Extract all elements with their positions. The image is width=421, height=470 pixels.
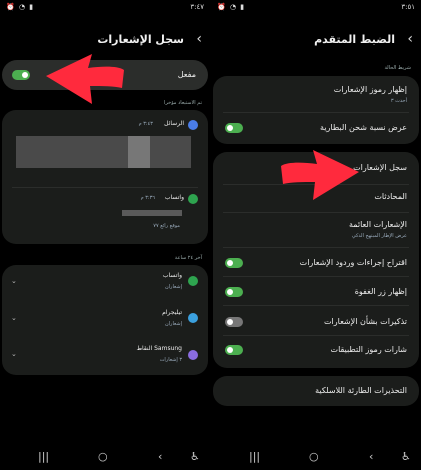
app-icon-badges-toggle[interactable]: [225, 345, 243, 355]
recent-apps-icon[interactable]: |||: [38, 450, 49, 463]
back-nav-icon[interactable]: ‹: [158, 450, 162, 463]
snooze-button-label: إظهار زر الغفوة: [354, 287, 407, 296]
floating-notifications-sub: عرض الإطار المبتهج الذكي: [351, 233, 407, 239]
master-switch-label: مفعل: [177, 70, 196, 79]
home-icon[interactable]: ○: [309, 450, 319, 463]
list-item[interactable]: Samsung النقاط ٣ إشعارات ⌄: [2, 339, 208, 373]
accessibility-icon[interactable]: ♿: [401, 450, 411, 463]
battery-percentage-toggle[interactable]: [225, 123, 243, 133]
recent-card: الرسائل ٣:٤٣ م واتساب ٣:٣٦ م موقع رائع ٧…: [2, 110, 208, 244]
list-item[interactable]: واتساب إشعاران ⌄: [2, 265, 208, 301]
status-time: ٣:٥١: [401, 3, 415, 11]
chevron-down-icon[interactable]: ⌄: [11, 277, 17, 285]
redacted-message-block: [16, 136, 191, 168]
chevron-down-icon[interactable]: ⌄: [11, 314, 17, 322]
status-bar: ⏰ ◔ ▮ ٣:٤٧: [6, 3, 204, 15]
show-notification-icons-label[interactable]: إظهار رموز الإشعارات: [334, 85, 407, 94]
divider: [223, 247, 409, 248]
wireless-alerts-item[interactable]: التحذيرات الطارئة اللاسلكية: [315, 386, 407, 395]
suggest-actions-toggle[interactable]: [225, 258, 243, 268]
chevron-down-icon[interactable]: ⌄: [11, 350, 17, 358]
back-icon[interactable]: ‹: [407, 31, 413, 47]
status-bar-card: إظهار رموز الإشعارات أحدث ٣ عرض نسبة شحن…: [213, 76, 419, 144]
wireless-alerts-card[interactable]: التحذيرات الطارئة اللاسلكية: [213, 376, 419, 406]
app-count: إشعاران: [165, 321, 182, 327]
recent-time: ٣:٣٦ م: [140, 195, 155, 201]
header: ‹ الضبط المتقدم: [211, 30, 421, 54]
back-icon[interactable]: ‹: [196, 31, 202, 47]
divider: [223, 335, 409, 336]
divider: [223, 305, 409, 306]
redacted-message-highlight: [128, 136, 150, 168]
battery-percentage-label: عرض نسبة شحن البطارية: [320, 123, 407, 132]
list-item[interactable]: تيليجرام إشعاران ⌄: [2, 303, 208, 337]
conversations-item[interactable]: المحادثات: [374, 192, 407, 201]
recent-apps-icon[interactable]: |||: [249, 450, 260, 463]
recent-app-name: الرسائل: [164, 120, 184, 127]
whatsapp-app-icon: [188, 276, 198, 286]
app-count: ٣ إشعارات: [159, 357, 182, 363]
divider: [223, 212, 409, 213]
app-count: إشعاران: [165, 284, 182, 290]
samsung-points-app-icon: [188, 350, 198, 360]
back-nav-icon[interactable]: ‹: [369, 450, 373, 463]
header: ‹ سجل الإشعارات: [0, 30, 210, 54]
status-bar: ⏰ ◔ ▮ ٣:٥١: [217, 3, 415, 15]
notification-reminders-label: تذكيرات بشأن الإشعارات: [324, 317, 407, 326]
annotation-arrow-icon: [281, 150, 359, 200]
app-icon-badges-label: شارات رموز التطبيقات: [330, 345, 407, 354]
show-notification-icons-value: أحدث ٣: [390, 98, 407, 104]
telegram-app-icon: [188, 313, 198, 323]
left-screen: ⏰ ◔ ▮ ٣:٤٧ ‹ سجل الإشعارات مفعل تم الاست…: [0, 0, 210, 470]
page-title: الضبط المتقدم: [314, 33, 395, 46]
snooze-button-toggle[interactable]: [225, 287, 243, 297]
recent-app-name: واتساب: [164, 194, 184, 201]
day-section-label: آخر ٢٤ ساعة: [174, 255, 202, 261]
app-name: Samsung النقاط: [136, 345, 183, 352]
app-name: تيليجرام: [162, 309, 182, 316]
messages-app-icon: [188, 120, 198, 130]
divider: [12, 187, 198, 188]
status-bar-section-label: شريط الحالة: [384, 65, 411, 71]
recent-snippet: موقع رائع ٧٧: [153, 223, 180, 229]
navigation-bar: ||| ○ ‹ ♿: [0, 444, 210, 470]
notification-reminders-toggle[interactable]: [225, 317, 243, 327]
divider: [223, 112, 409, 113]
redacted-snippet: [122, 210, 182, 216]
right-screen: ⏰ ◔ ▮ ٣:٥١ ‹ الضبط المتقدم شريط الحالة إ…: [211, 0, 421, 470]
annotation-arrow-icon: [46, 54, 124, 104]
page-title: سجل الإشعارات: [97, 33, 184, 46]
floating-notifications-item[interactable]: الإشعارات العائمة: [349, 220, 407, 229]
status-icons: ⏰ ◔ ▮: [217, 3, 246, 11]
master-toggle[interactable]: [12, 70, 30, 80]
status-time: ٣:٤٧: [190, 3, 204, 11]
accessibility-icon[interactable]: ♿: [190, 450, 200, 463]
recent-section-label: تم الاستبعاد مؤخرا: [163, 100, 202, 106]
divider: [223, 276, 409, 277]
day-card: واتساب إشعاران ⌄ تيليجرام إشعاران ⌄ Sams…: [2, 265, 208, 375]
suggest-actions-label: اقتراح إجراءات وردود الإشعارات: [299, 258, 407, 267]
home-icon[interactable]: ○: [98, 450, 108, 463]
status-icons: ⏰ ◔ ▮: [6, 3, 35, 11]
navigation-bar: ||| ○ ‹ ♿: [211, 444, 421, 470]
recent-time: ٣:٤٣ م: [138, 121, 153, 127]
app-name: واتساب: [162, 272, 182, 279]
whatsapp-app-icon: [188, 194, 198, 204]
notification-history-item[interactable]: سجل الإشعارات: [353, 163, 407, 172]
